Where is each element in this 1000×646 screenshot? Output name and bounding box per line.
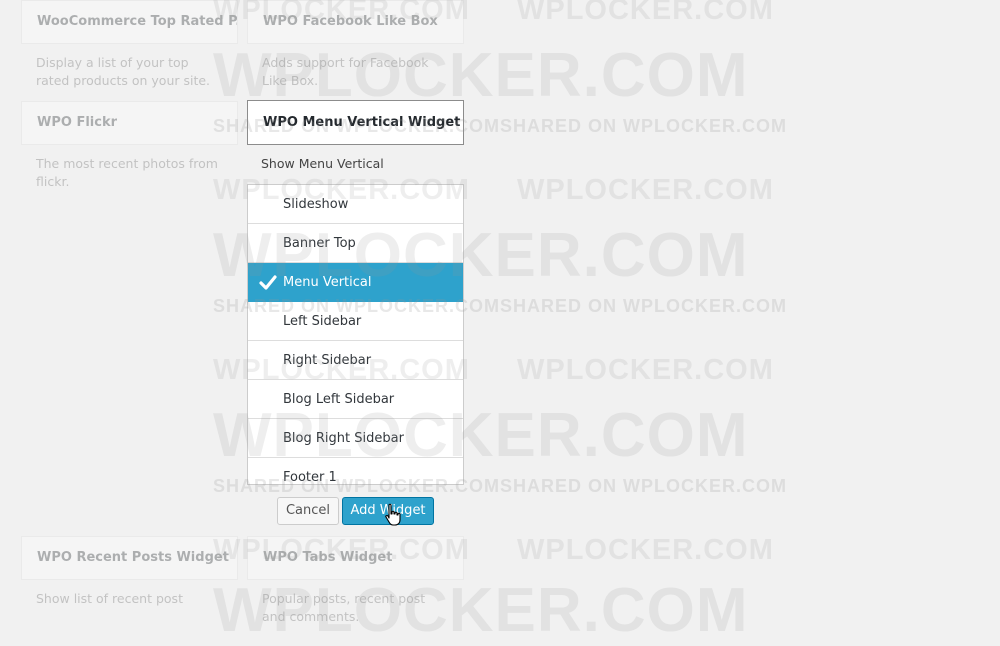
watermark-text: WPLOCKER.COM <box>213 0 470 26</box>
widget-description: The most recent photos from flickr. <box>36 156 218 189</box>
watermark-text: WPLOCKER.COM <box>213 354 470 386</box>
widget-title: WPO Flickr <box>21 101 238 145</box>
watermark-text: WPLOCKER.COM <box>213 174 470 206</box>
chooser-widget-description: Show Menu Vertical <box>261 156 384 171</box>
watermark-text: SHARED ON WPLOCKER.COM <box>213 116 500 136</box>
watermark-text: WPLOCKER.COM <box>213 534 470 566</box>
watermark-text: SHARED ON WPLOCKER.COM <box>500 476 787 496</box>
watermark-text: SHARED ON WPLOCKER.COM <box>213 476 500 496</box>
watermark-text: SHARED ON WPLOCKER.COM <box>500 296 787 316</box>
widget-title: WPO Recent Posts Widget <box>21 536 238 580</box>
watermark-text: WPLOCKER.COM <box>517 354 774 386</box>
watermark-text: WPLOCKER.COM <box>517 534 774 566</box>
hand-pointer-icon <box>385 503 401 526</box>
watermark-text: WPLOCKER.COM <box>517 174 774 206</box>
watermark-text: WPLOCKER.COM <box>213 221 749 290</box>
widget-title: WooCommerce Top Rated P... <box>21 0 238 44</box>
watermark-text: WPLOCKER.COM <box>213 41 749 110</box>
widget-description: Show list of recent post <box>36 591 183 606</box>
watermark-text: SHARED ON WPLOCKER.COM <box>500 116 787 136</box>
watermark-text: SHARED ON WPLOCKER.COM <box>213 296 500 316</box>
widget-description: Display a list of your top rated product… <box>36 55 211 88</box>
watermark-text: WPLOCKER.COM <box>517 0 774 26</box>
watermark-text: WPLOCKER.COM <box>213 576 749 645</box>
cancel-button[interactable]: Cancel <box>277 497 339 525</box>
watermark-text: WPLOCKER.COM <box>213 401 749 470</box>
